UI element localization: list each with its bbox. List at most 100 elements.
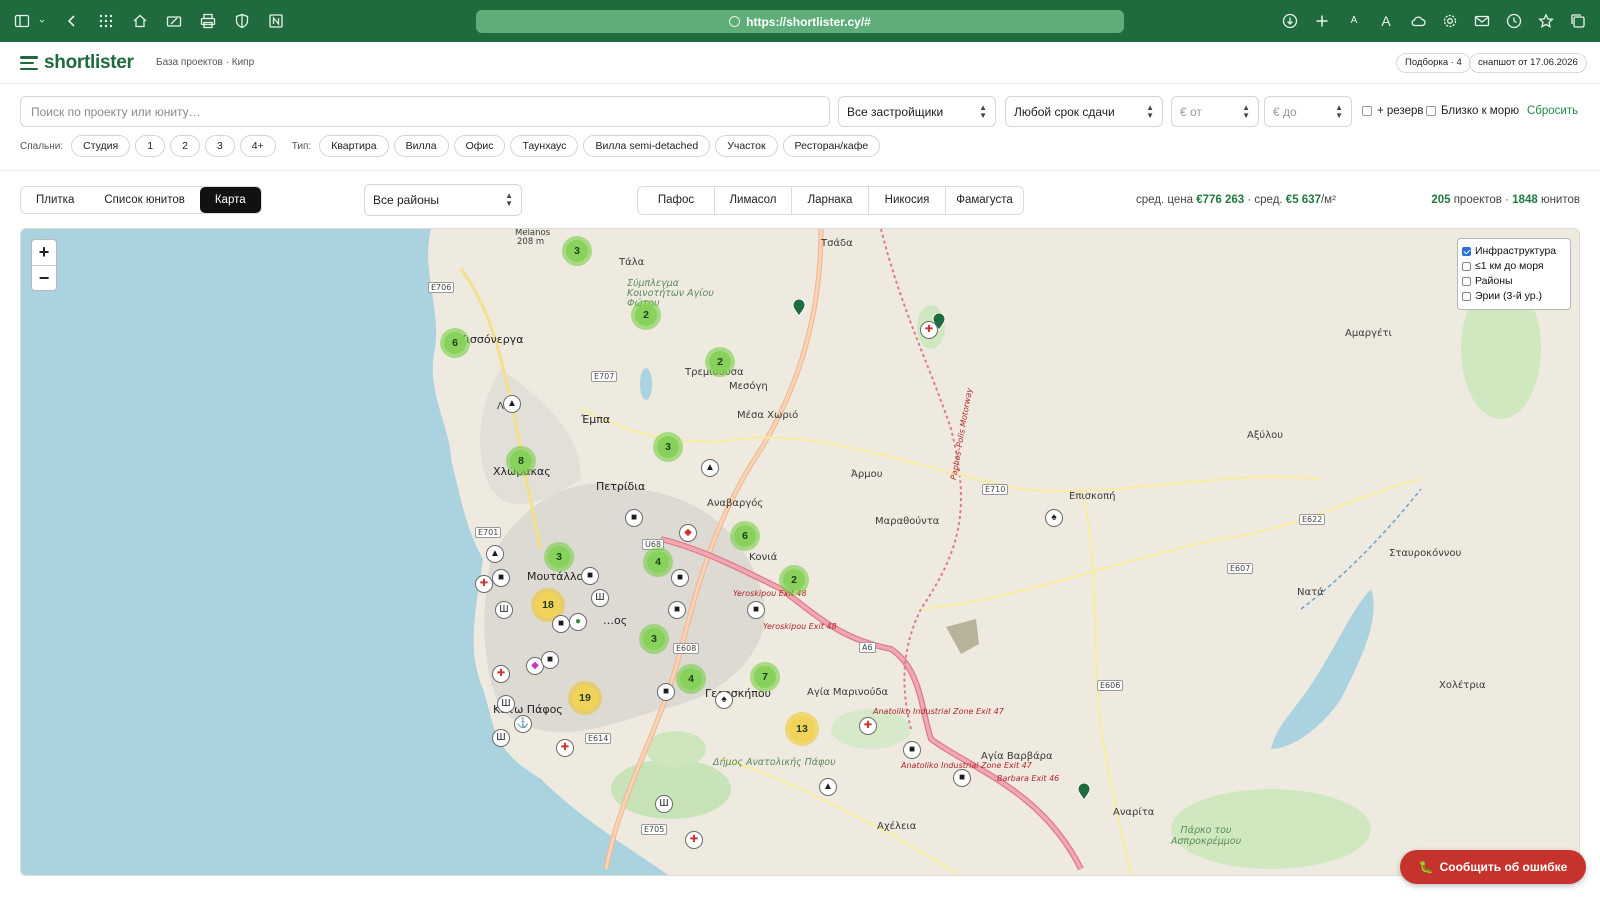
map-view[interactable]: + − Инфраструктура ≤1 км до моря Районы … [20, 228, 1580, 876]
chip-bedrooms-2[interactable]: 2 [170, 135, 200, 157]
checkbox-box[interactable] [1462, 262, 1471, 271]
bus-icon[interactable]: ■ [671, 569, 689, 587]
project-cluster[interactable]: 2 [631, 300, 661, 330]
reset-link[interactable]: Сбросить [1527, 105, 1578, 117]
tab-city-famagusta[interactable]: Фамагуста [946, 187, 1023, 214]
chip-bedrooms-1[interactable]: 1 [135, 135, 166, 157]
text-smaller-icon[interactable]: A [1346, 13, 1362, 29]
hospital-icon[interactable]: ✚ [492, 665, 510, 683]
star-icon[interactable] [1538, 13, 1554, 29]
museum-icon[interactable]: Ш [591, 589, 609, 607]
project-cluster[interactable]: 8 [506, 446, 536, 476]
near-sea-checkbox[interactable]: Близко к морю [1426, 105, 1519, 117]
bus-icon[interactable]: ■ [552, 615, 570, 633]
project-cluster[interactable]: 4 [676, 664, 706, 694]
museum-icon[interactable]: Ш [497, 695, 515, 713]
project-cluster[interactable]: 3 [653, 432, 683, 462]
chip-bedrooms-4plus[interactable]: 4+ [239, 135, 276, 157]
museum-icon[interactable]: Ш [655, 795, 673, 813]
project-cluster[interactable]: 3 [562, 236, 592, 266]
zoom-out-button[interactable]: − [32, 265, 56, 290]
hospital-icon[interactable]: ✚ [859, 717, 877, 735]
home-icon[interactable] [132, 13, 148, 29]
project-pin-icon[interactable] [1077, 783, 1091, 801]
park-icon[interactable]: ♠ [1045, 509, 1063, 527]
printer-icon[interactable] [200, 13, 216, 29]
school-icon[interactable]: ▲ [701, 459, 719, 477]
sidebar-icon[interactable] [14, 13, 30, 29]
tab-city-limassol[interactable]: Лимасол [715, 187, 792, 214]
text-larger-icon[interactable]: A [1378, 13, 1394, 29]
anchor-icon[interactable]: ⚓ [514, 715, 532, 733]
selection-badge[interactable]: Подборка · 4 [1396, 53, 1471, 73]
bus-icon[interactable]: ■ [657, 683, 675, 701]
layer-near-sea[interactable]: ≤1 км до моря [1462, 259, 1566, 274]
checkbox-box[interactable] [1462, 292, 1471, 301]
tab-unit-list[interactable]: Список юнитов [89, 187, 200, 213]
download-icon[interactable] [1282, 13, 1298, 29]
layer-infrastructure[interactable]: Инфраструктура [1462, 244, 1566, 259]
delivery-select[interactable]: Любой срок сдачи ▲ ▼ [1005, 96, 1163, 127]
cloud-icon[interactable] [1410, 13, 1426, 29]
checkbox-box[interactable] [1362, 106, 1372, 116]
bus-icon[interactable]: ■ [492, 569, 510, 587]
bus-icon[interactable]: ■ [541, 651, 559, 669]
grid-icon[interactable] [98, 13, 114, 29]
park-icon[interactable]: ● [569, 613, 587, 631]
project-cluster[interactable]: 3 [544, 542, 574, 572]
developer-select[interactable]: Все застройщики ▲ ▼ [838, 96, 996, 127]
bus-icon[interactable]: ■ [747, 601, 765, 619]
project-cluster[interactable]: 7 [750, 662, 780, 692]
plus-icon[interactable] [1314, 13, 1330, 29]
checkbox-checked[interactable] [1462, 247, 1471, 256]
chip-type-villa[interactable]: Вилла [393, 135, 449, 157]
chip-bedrooms-studio[interactable]: Студия [71, 135, 131, 157]
school-icon[interactable]: ▲ [819, 778, 837, 796]
project-cluster[interactable]: 2 [779, 565, 809, 595]
project-cluster[interactable]: 6 [730, 521, 760, 551]
museum-icon[interactable]: Ш [495, 601, 513, 619]
address-bar[interactable]: https://shortlister.cy/# [476, 10, 1124, 33]
project-cluster[interactable]: 13 [785, 712, 819, 746]
snapshot-badge[interactable]: снапшот от 17.06.2026 [1469, 53, 1587, 73]
price-to-field[interactable]: € до ▲ ▼ [1264, 96, 1352, 127]
hospital-icon[interactable]: ✚ [920, 321, 938, 339]
history-icon[interactable] [1506, 13, 1522, 29]
chevron-down-icon[interactable] [38, 13, 46, 29]
project-cluster[interactable]: 3 [639, 624, 669, 654]
park-icon[interactable]: ♠ [715, 691, 733, 709]
reserve-checkbox[interactable]: + резерв [1362, 105, 1424, 117]
settings-icon[interactable] [1442, 13, 1458, 29]
chip-type-restaurant[interactable]: Ресторан/кафе [782, 135, 881, 157]
project-cluster[interactable]: 2 [705, 347, 735, 377]
checkbox-box[interactable] [1426, 106, 1436, 116]
project-pin-icon[interactable] [792, 299, 806, 317]
tabs-icon[interactable] [1570, 13, 1586, 29]
back-icon[interactable] [64, 13, 80, 29]
museum-icon[interactable]: Ш [492, 729, 510, 747]
bus-icon[interactable]: ■ [953, 769, 971, 787]
chip-type-semi-detached[interactable]: Вилла semi-detached [583, 135, 711, 157]
shop-icon[interactable]: ◆ [679, 524, 697, 542]
bus-icon[interactable]: ■ [581, 567, 599, 585]
tab-city-pafos[interactable]: Пафос [638, 187, 715, 214]
chip-type-townhouse[interactable]: Таунхаус [510, 135, 579, 157]
bus-icon[interactable]: ■ [903, 741, 921, 759]
layer-districts[interactable]: Районы [1462, 274, 1566, 289]
layer-erii[interactable]: Эрии (3-й ур.) [1462, 289, 1566, 304]
chip-bedrooms-3[interactable]: 3 [204, 135, 235, 157]
tab-city-larnaca[interactable]: Ларнака [792, 187, 869, 214]
chip-type-apartment[interactable]: Квартира [319, 135, 389, 157]
chip-type-plot[interactable]: Участок [715, 135, 778, 157]
tab-tiles[interactable]: Плитка [21, 187, 89, 213]
district-select[interactable]: Все районы ▲ ▼ [364, 184, 522, 216]
mail-icon[interactable] [1474, 13, 1490, 29]
hospital-icon[interactable]: ✚ [475, 575, 493, 593]
edit-icon[interactable] [166, 13, 182, 29]
zoom-in-button[interactable]: + [32, 240, 56, 265]
search-input[interactable] [20, 96, 830, 127]
project-cluster[interactable]: 19 [568, 681, 602, 715]
school-icon[interactable]: ▲ [486, 545, 504, 563]
price-from-field[interactable]: € от ▲ ▼ [1171, 96, 1259, 127]
project-cluster[interactable]: 6 [440, 328, 470, 358]
